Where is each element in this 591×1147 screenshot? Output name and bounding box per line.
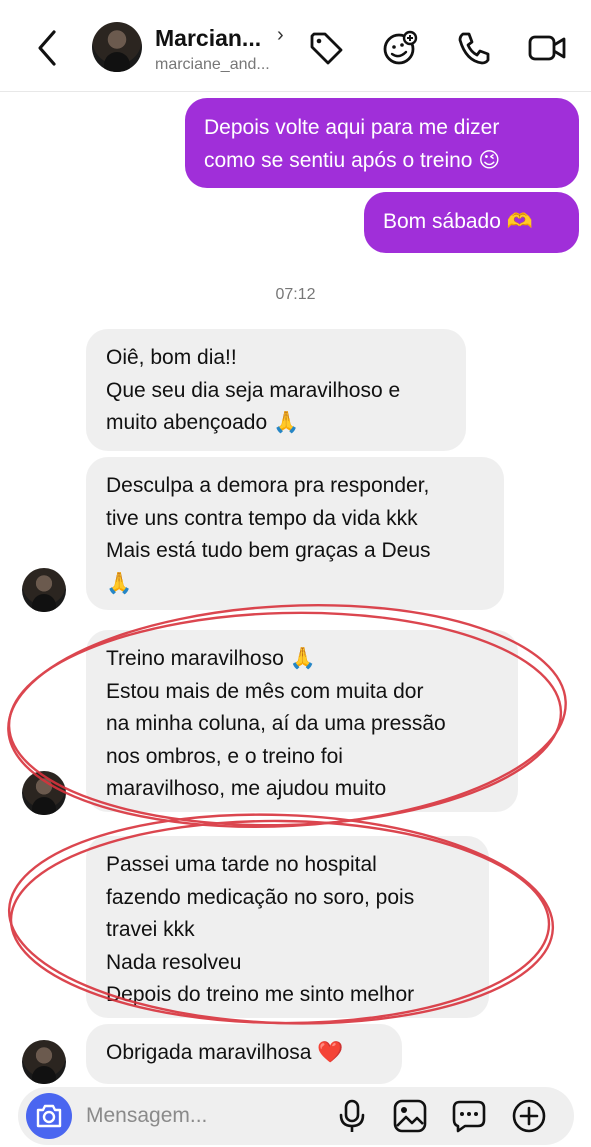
message-timestamp: 07:12 [275, 286, 316, 303]
incoming-message[interactable]: Oiê, bom dia!! Que seu dia seja maravilh… [86, 329, 466, 451]
message-composer [18, 1087, 574, 1145]
microphone-icon[interactable] [334, 1098, 370, 1134]
chat-bubble-icon[interactable] [451, 1098, 487, 1134]
contact-avatar-small[interactable] [22, 771, 66, 815]
phone-icon[interactable] [454, 28, 494, 68]
outgoing-message[interactable]: Depois volte aqui para me dizer como se … [185, 98, 579, 188]
back-arrow-icon[interactable] [30, 26, 66, 70]
chevron-right-icon[interactable]: › [277, 24, 284, 47]
contact-name[interactable]: Marcian... [155, 25, 261, 52]
video-icon[interactable] [527, 28, 567, 68]
incoming-message[interactable]: Desculpa a demora pra responder, tive un… [86, 457, 504, 610]
contact-avatar[interactable] [92, 22, 142, 72]
contact-avatar-small[interactable] [22, 1040, 66, 1084]
incoming-message[interactable]: Passei uma tarde no hospital fazendo med… [86, 836, 489, 1018]
chat-header: Marcian... › marciane_and... [0, 0, 591, 92]
gallery-icon[interactable] [392, 1098, 428, 1134]
incoming-message[interactable]: Obrigada maravilhosa ❤️ [86, 1024, 402, 1084]
sticker-icon[interactable] [380, 28, 420, 68]
plus-icon[interactable] [511, 1098, 547, 1134]
incoming-message[interactable]: Treino maravilhoso 🙏 Estou mais de mês c… [86, 630, 518, 812]
tag-icon[interactable] [306, 28, 346, 68]
camera-button[interactable] [26, 1093, 72, 1139]
contact-username[interactable]: marciane_and... [155, 56, 270, 74]
message-input[interactable] [86, 1096, 326, 1136]
contact-avatar-small[interactable] [22, 568, 66, 612]
camera-icon [36, 1104, 62, 1128]
outgoing-message[interactable]: Bom sábado 🫶 [364, 192, 579, 253]
